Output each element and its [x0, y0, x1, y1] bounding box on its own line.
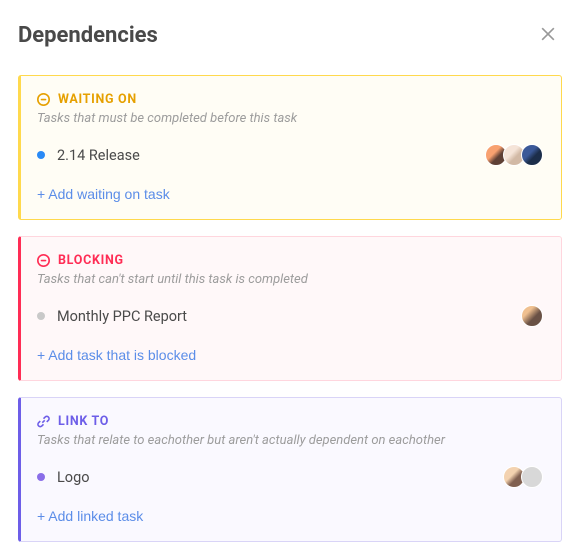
section-header: BLOCKING: [37, 253, 543, 268]
section-header: LINK TO: [37, 414, 543, 429]
section-header: WAITING ON: [37, 92, 543, 107]
link-to-section: LINK TO Tasks that relate to eachother b…: [18, 397, 562, 542]
task-name: Monthly PPC Report: [57, 308, 509, 325]
assignee-avatars: [503, 466, 543, 488]
avatar: [521, 144, 543, 166]
task-row[interactable]: Monthly PPC Report: [37, 305, 543, 327]
close-button[interactable]: [534, 20, 562, 51]
link-icon: [37, 415, 50, 428]
avatar: [521, 305, 543, 327]
assignee-avatars: [485, 144, 543, 166]
task-status-dot: [37, 312, 45, 320]
dialog-title: Dependencies: [18, 23, 158, 48]
add-waiting-task-button[interactable]: + Add waiting on task: [37, 186, 170, 202]
section-label: LINK TO: [58, 414, 109, 429]
blocking-section: BLOCKING Tasks that can't start until th…: [18, 236, 562, 381]
close-icon: [538, 24, 558, 47]
minus-circle-icon: [37, 254, 50, 267]
section-description: Tasks that must be completed before this…: [37, 111, 543, 126]
task-name: Logo: [57, 469, 491, 486]
task-status-dot: [37, 473, 45, 481]
assignee-avatars: [521, 305, 543, 327]
avatar: [521, 466, 543, 488]
add-linked-task-button[interactable]: + Add linked task: [37, 508, 143, 524]
section-label: WAITING ON: [58, 92, 137, 107]
task-row[interactable]: 2.14 Release: [37, 144, 543, 166]
minus-circle-icon: [37, 93, 50, 106]
section-description: Tasks that relate to eachother but aren'…: [37, 433, 543, 448]
section-description: Tasks that can't start until this task i…: [37, 272, 543, 287]
task-row[interactable]: Logo: [37, 466, 543, 488]
section-label: BLOCKING: [58, 253, 124, 268]
task-name: 2.14 Release: [57, 147, 473, 164]
add-blocking-task-button[interactable]: + Add task that is blocked: [37, 347, 196, 363]
waiting-on-section: WAITING ON Tasks that must be completed …: [18, 75, 562, 220]
dialog-header: Dependencies: [18, 20, 562, 51]
task-status-dot: [37, 151, 45, 159]
